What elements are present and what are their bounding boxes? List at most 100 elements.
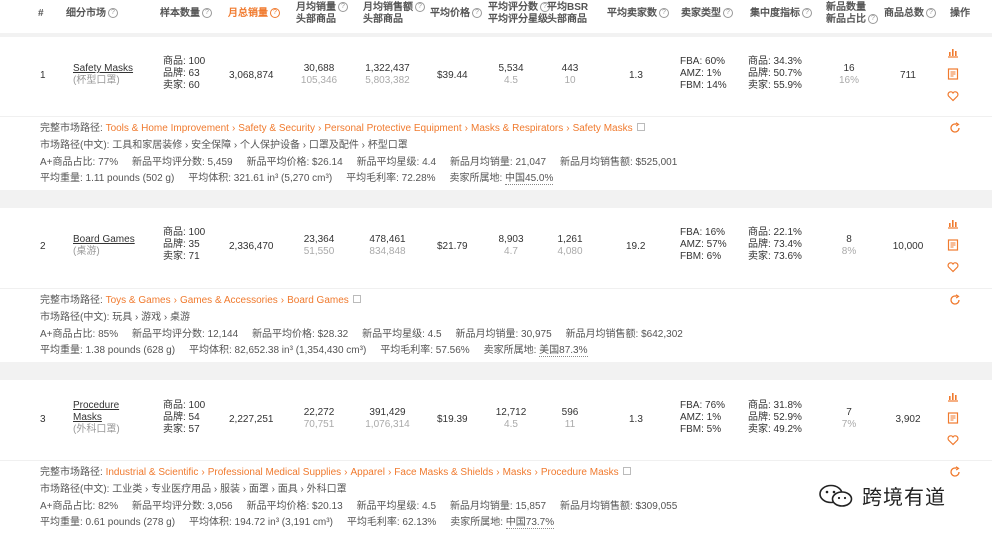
market-name-link[interactable]: Procedure bbox=[73, 400, 119, 411]
col-avg-sellers[interactable]: 平均卖家数? bbox=[607, 8, 669, 20]
help-icon[interactable]: ? bbox=[472, 8, 482, 19]
external-link-icon[interactable] bbox=[352, 295, 361, 304]
avg-price: $19.39 bbox=[437, 414, 468, 425]
sample-sellers: 卖家: 57 bbox=[163, 424, 200, 435]
path-link[interactable]: Professional Medical Supplies bbox=[208, 467, 341, 478]
col-avg-bsr[interactable]: 平均BSR 头部商品 bbox=[547, 2, 588, 26]
market-name[interactable]: Procedure Masks (外科口罩) bbox=[73, 400, 120, 436]
new-count: 8 8% bbox=[836, 234, 862, 258]
new-count: 16 16% bbox=[836, 63, 862, 87]
heart-icon[interactable] bbox=[947, 434, 959, 446]
help-icon[interactable]: ? bbox=[338, 2, 348, 13]
col-monthly-revenue-sub: 头部商品 bbox=[363, 14, 403, 25]
external-link-icon[interactable] bbox=[622, 467, 631, 476]
seller-origin-label: 卖家所属地: bbox=[450, 517, 503, 528]
heart-icon[interactable] bbox=[947, 261, 959, 273]
col-seller-type[interactable]: 卖家类型? bbox=[681, 8, 733, 20]
avg-rating-star: 4.7 bbox=[504, 246, 518, 257]
col-monthly-sales[interactable]: 月均销量? 头部商品 bbox=[296, 2, 348, 26]
help-icon[interactable]: ? bbox=[415, 2, 425, 13]
col-total-products[interactable]: 商品总数? bbox=[884, 8, 936, 20]
document-icon[interactable] bbox=[947, 68, 959, 80]
market-name-link[interactable]: Masks bbox=[73, 412, 102, 423]
help-icon[interactable]: ? bbox=[108, 8, 118, 19]
seller-type: FBA: 16% AMZ: 57% FBM: 6% bbox=[680, 227, 727, 263]
total-products: 3,902 bbox=[895, 414, 921, 425]
avg-price: $39.44 bbox=[437, 70, 468, 81]
market-path: 完整市场路径: Toys & Games › Games & Accessories… bbox=[40, 295, 361, 307]
path-label: 完整市场路径: bbox=[40, 123, 103, 134]
document-icon[interactable] bbox=[947, 239, 959, 251]
total-sales: 3,068,874 bbox=[229, 70, 274, 81]
col-sample[interactable]: 样本数量? bbox=[160, 8, 212, 20]
path-link[interactable]: Masks & Respirators bbox=[471, 123, 563, 134]
seller-origin-value[interactable]: 美国87.3% bbox=[539, 345, 588, 357]
market-name[interactable]: Board Games (桌游) bbox=[73, 234, 135, 258]
monthly-revenue: 391,429 1,076,314 bbox=[360, 407, 415, 431]
col-monthly-revenue[interactable]: 月均销售额? 头部商品 bbox=[363, 2, 425, 26]
monthly-sales-top: 51,550 bbox=[303, 246, 335, 257]
col-new-count-sub: 新品占比 bbox=[826, 14, 866, 25]
heart-icon[interactable] bbox=[947, 90, 959, 102]
total-sales: 2,227,251 bbox=[229, 414, 274, 425]
chart-icon[interactable] bbox=[947, 390, 959, 402]
path-link[interactable]: Industrial & Scientific bbox=[106, 467, 199, 478]
new-product-stats: A+商品占比: 77% 新品平均评分数: 5,459 新品平均价格: $26.1… bbox=[40, 157, 677, 169]
market-name-link[interactable]: Board Games bbox=[73, 234, 135, 245]
help-icon[interactable]: ? bbox=[723, 8, 733, 19]
col-total-sales[interactable]: 月总销量? bbox=[228, 8, 280, 20]
new-avg-star: 新品平均星级: 4.5 bbox=[362, 329, 442, 340]
path-link[interactable]: Toys & Games bbox=[106, 295, 171, 306]
col-monthly-sales-label: 月均销量 bbox=[296, 2, 336, 13]
concentration-product: 商品: 22.1% bbox=[748, 227, 802, 238]
help-icon[interactable]: ? bbox=[202, 8, 212, 19]
help-icon[interactable]: ? bbox=[659, 8, 669, 19]
help-icon[interactable]: ? bbox=[868, 14, 878, 25]
monthly-revenue-value: 478,461 bbox=[369, 234, 406, 245]
path-link[interactable]: Personal Protective Equipment bbox=[324, 123, 461, 134]
path-link[interactable]: Safety & Security bbox=[238, 123, 315, 134]
path-link[interactable]: Safety Masks bbox=[573, 123, 633, 134]
path-link[interactable]: Face Masks & Shields bbox=[394, 467, 493, 478]
path-link[interactable]: Procedure Masks bbox=[541, 467, 619, 478]
market-path-cn: 市场路径(中文): 工业类 › 专业医疗用品 › 服装 › 面罩 › 面具 › … bbox=[40, 484, 347, 495]
document-icon[interactable] bbox=[947, 412, 959, 424]
external-link-icon[interactable] bbox=[636, 123, 645, 132]
market-name-link[interactable]: Safety Masks bbox=[73, 63, 133, 74]
path-link[interactable]: Masks bbox=[503, 467, 532, 478]
col-avg-price[interactable]: 平均价格? bbox=[430, 8, 482, 20]
new-avg-star: 新品平均星级: 4.5 bbox=[356, 501, 437, 512]
physical-stats: 平均重量: 1.38 pounds (628 g) 平均体积: 82,652.3… bbox=[40, 345, 588, 357]
concentration: 商品: 31.8% 品牌: 52.9% 卖家: 49.2% bbox=[748, 400, 802, 436]
help-icon[interactable]: ? bbox=[926, 8, 936, 19]
path-link[interactable]: Tools & Home Improvement bbox=[106, 123, 229, 134]
col-avg-rating[interactable]: 平均评分数? 平均评分星级 bbox=[488, 2, 550, 26]
seller-origin-value[interactable]: 中国45.0% bbox=[505, 173, 554, 185]
monthly-revenue: 478,461 834,848 bbox=[360, 234, 415, 258]
avg-volume: 平均体积: 82,652.38 in³ (1,354,430 cm³) bbox=[188, 345, 367, 356]
path-link[interactable]: Board Games bbox=[287, 295, 349, 306]
chart-icon[interactable] bbox=[947, 46, 959, 58]
market-name[interactable]: Safety Masks (杯型口罩) bbox=[73, 63, 133, 87]
sample-counts: 商品: 100 品牌: 54 卖家: 57 bbox=[163, 400, 205, 436]
help-icon[interactable]: ? bbox=[270, 8, 280, 19]
col-new-count[interactable]: 新品数量 新品占比? bbox=[826, 2, 878, 26]
path-link[interactable]: Games & Accessories bbox=[180, 295, 278, 306]
seller-origin-value[interactable]: 中国73.7% bbox=[505, 517, 555, 529]
col-concentration[interactable]: 集中度指标? bbox=[750, 8, 812, 20]
concentration-seller: 卖家: 49.2% bbox=[748, 424, 802, 435]
refresh-icon[interactable] bbox=[949, 466, 961, 478]
path-link[interactable]: Apparel bbox=[350, 467, 384, 478]
refresh-icon[interactable] bbox=[949, 294, 961, 306]
avg-rating: 5,534 4.5 bbox=[491, 63, 531, 87]
new-monthly-revenue: 新品月均销售额: $525,001 bbox=[560, 157, 678, 168]
help-icon[interactable]: ? bbox=[802, 8, 812, 19]
chart-icon[interactable] bbox=[947, 217, 959, 229]
avg-bsr: 1,261 4,080 bbox=[552, 234, 588, 258]
monthly-sales-top: 105,346 bbox=[300, 75, 338, 86]
sample-counts: 商品: 100 品牌: 63 卖家: 60 bbox=[163, 56, 205, 92]
col-market[interactable]: 细分市场? bbox=[66, 8, 118, 20]
table-row: 3 Procedure Masks (外科口罩) 商品: 100 品牌: 54 卖家: … bbox=[0, 380, 992, 538]
refresh-icon[interactable] bbox=[949, 122, 961, 134]
row-index: 1 bbox=[40, 70, 46, 81]
